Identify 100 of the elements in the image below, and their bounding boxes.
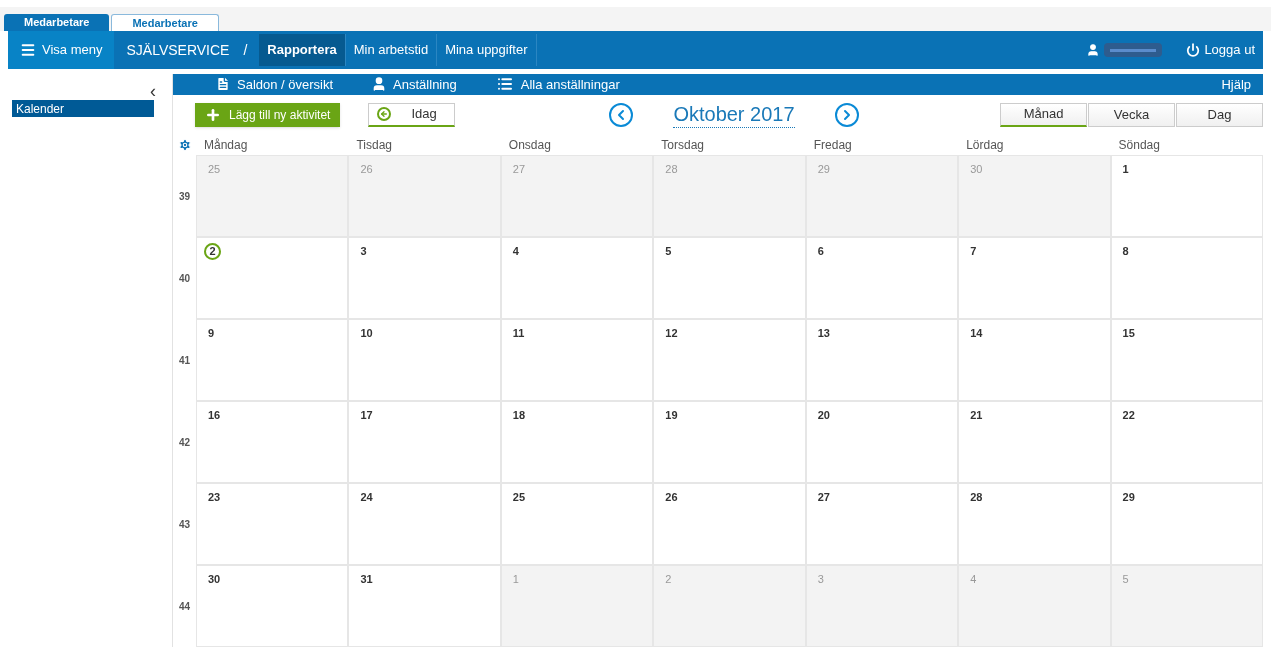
day-cell[interactable]: 31 — [348, 565, 501, 647]
day-cell[interactable]: 27 — [805, 483, 959, 565]
day-number: 23 — [208, 491, 221, 503]
nav-tab[interactable]: Rapportera — [259, 34, 346, 66]
day-number: 7 — [970, 245, 977, 257]
day-cell[interactable]: 8 — [1110, 237, 1263, 319]
breadcrumb-separator: / — [243, 40, 249, 60]
day-number: 19 — [665, 409, 678, 421]
day-number: 24 — [360, 491, 373, 503]
day-cell[interactable]: 25 — [500, 483, 654, 565]
week-number: 43 — [178, 517, 191, 532]
day-cell[interactable]: 5 — [653, 237, 806, 319]
collapse-button[interactable]: ‹ — [150, 82, 156, 100]
day-cell[interactable]: 13 — [805, 319, 959, 401]
day-number: 10 — [360, 327, 373, 339]
day-cell[interactable]: 3 — [348, 237, 501, 319]
settings-icon[interactable] — [177, 137, 192, 152]
day-number: 6 — [817, 245, 824, 257]
logout-button[interactable]: Logga ut — [1186, 31, 1263, 69]
day-cell[interactable]: 6 — [805, 237, 959, 319]
day-number: 30 — [208, 573, 221, 585]
day-number: 12 — [665, 327, 678, 339]
day-cell[interactable]: 17 — [348, 401, 501, 483]
day-cell[interactable]: 12 — [653, 319, 806, 401]
day-cell[interactable]: 22 — [1110, 401, 1263, 483]
previous-month-button[interactable] — [609, 102, 634, 127]
section-title: SJÄLVSERVICE — [125, 40, 231, 60]
day-number: 2 — [204, 242, 221, 260]
day-number: 16 — [208, 409, 221, 421]
next-month-button[interactable] — [834, 102, 859, 127]
day-number: 29 — [817, 163, 830, 175]
day-number: 4 — [970, 573, 977, 585]
day-cell[interactable]: 1 — [1110, 155, 1263, 237]
weekday-header: Torsdag — [660, 136, 705, 154]
power-icon — [1186, 43, 1201, 57]
day-cell[interactable]: 24 — [348, 483, 501, 565]
today-button[interactable]: Idag — [368, 102, 456, 127]
day-number: 1 — [512, 573, 519, 585]
nav-tab[interactable]: Mina uppgifter — [437, 34, 537, 66]
day-cell[interactable]: 18 — [500, 401, 654, 483]
day-cell[interactable]: 30 — [196, 565, 349, 647]
day-cell[interactable]: 19 — [653, 401, 806, 483]
day-number: 3 — [817, 573, 824, 585]
day-cell[interactable]: 29 — [1110, 483, 1263, 565]
day-cell[interactable]: 9 — [196, 319, 349, 401]
day-number: 26 — [665, 491, 678, 503]
day-number: 26 — [360, 163, 373, 175]
day-cell[interactable]: 16 — [196, 401, 349, 483]
week-number: 41 — [178, 353, 191, 368]
subnav-link[interactable]: Saldon / översikt — [215, 74, 334, 95]
day-cell[interactable]: 2 — [196, 237, 349, 319]
day-cell[interactable]: 21 — [958, 401, 1111, 483]
menu-button[interactable]: Visa meny — [8, 31, 115, 69]
menu-icon — [20, 42, 36, 58]
day-cell[interactable]: 15 — [1110, 319, 1263, 401]
day-number: 21 — [970, 409, 983, 421]
app-tab[interactable]: Medarbetare — [111, 14, 219, 31]
day-number: 1 — [1122, 163, 1129, 175]
day-cell[interactable]: 10 — [348, 319, 501, 401]
day-number: 15 — [1122, 327, 1135, 339]
day-number: 25 — [512, 491, 526, 503]
day-cell[interactable]: 23 — [196, 483, 349, 565]
weekday-header: Onsdag — [507, 136, 552, 154]
day-number: 5 — [665, 245, 672, 257]
redacted-username — [1104, 43, 1163, 57]
sidebar-item[interactable]: Kalender — [12, 100, 154, 117]
day-number: 13 — [817, 327, 830, 339]
day-cell[interactable]: 11 — [500, 319, 654, 401]
help-link[interactable]: Hjälp — [1221, 74, 1251, 95]
day-number: 3 — [360, 245, 367, 257]
day-number: 30 — [970, 163, 983, 175]
day-cell[interactable]: 26 — [653, 483, 806, 565]
day-number: 25 — [208, 163, 221, 175]
subnav-link[interactable]: Anställning — [371, 74, 457, 95]
day-cell[interactable]: 28 — [958, 483, 1111, 565]
day-cell[interactable]: 7 — [958, 237, 1111, 319]
day-number: 28 — [665, 163, 678, 175]
day-cell[interactable]: 4 — [500, 237, 654, 319]
app-tab[interactable]: Medarbetare — [4, 14, 110, 31]
week-number: 44 — [178, 599, 191, 614]
nav-tab[interactable]: Min arbetstid — [345, 34, 438, 66]
day-number: 28 — [970, 491, 983, 503]
week-number: 40 — [178, 271, 191, 286]
day-number: 11 — [512, 327, 525, 339]
day-cell[interactable]: 14 — [958, 319, 1111, 401]
view-toggle[interactable]: Månad — [1000, 102, 1087, 127]
weekday-header: Lördag — [965, 136, 1005, 154]
day-number: 4 — [512, 245, 519, 257]
day-number: 27 — [512, 163, 526, 175]
weekday-header: Fredag — [812, 136, 853, 154]
month-title[interactable]: Oktober 2017 — [673, 101, 795, 128]
view-toggle[interactable]: Dag — [1176, 102, 1263, 127]
day-number: 29 — [1122, 491, 1135, 503]
day-cell[interactable]: 20 — [805, 401, 959, 483]
view-toggle[interactable]: Vecka — [1088, 102, 1175, 127]
weekday-header: Måndag — [203, 136, 249, 154]
day-number: 22 — [1122, 409, 1135, 421]
subnav-link[interactable]: Alla anställningar — [494, 74, 620, 95]
week-number: 39 — [178, 189, 191, 204]
day-number: 9 — [208, 327, 215, 339]
